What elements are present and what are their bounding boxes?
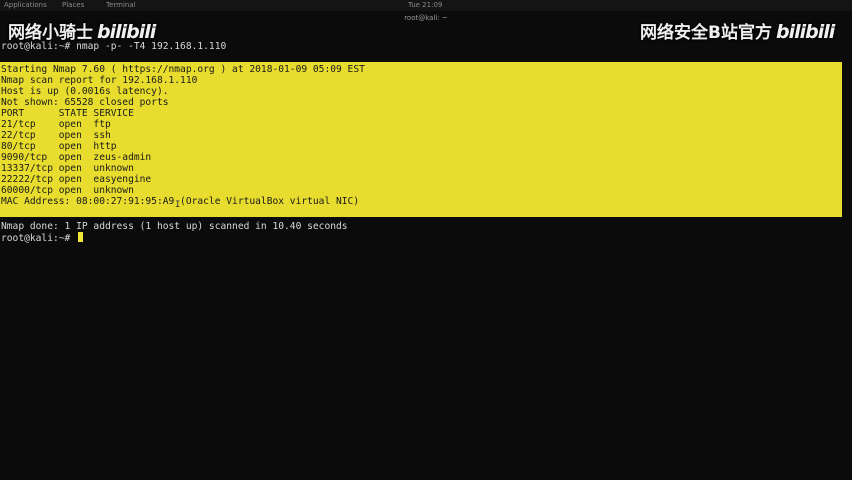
output-line: Nmap scan report for 192.168.1.110: [1, 75, 198, 86]
command-line: root@kali:~# nmap -p- -T4 192.168.1.110: [1, 41, 227, 52]
output-line: 22222/tcp open easyengine: [1, 174, 152, 185]
output-highlight: Starting Nmap 7.60 ( https://nmap.org ) …: [0, 62, 842, 217]
output-line: 9090/tcp open zeus-admin: [1, 152, 152, 163]
final-prompt[interactable]: root@kali:~#: [1, 232, 84, 244]
places-menu[interactable]: Places: [62, 0, 84, 11]
scan-done-line: Nmap done: 1 IP address (1 host up) scan…: [1, 221, 348, 232]
output-line: 21/tcp open ftp: [1, 119, 111, 130]
output-line: PORT STATE SERVICE: [1, 108, 134, 119]
text-cursor-icon: I: [175, 200, 181, 210]
output-line: Starting Nmap 7.60 ( https://nmap.org ) …: [1, 64, 365, 75]
window-title: root@kali: ~: [404, 14, 448, 22]
output-line: 22/tcp open ssh: [1, 130, 111, 141]
final-prompt-text: root@kali:~#: [1, 233, 77, 244]
terminal-menu[interactable]: Terminal: [106, 0, 136, 11]
clock[interactable]: Tue 21:09: [408, 0, 442, 11]
bilibili-logo-left: bilibili: [97, 21, 156, 43]
output-line: 13337/tcp open unknown: [1, 163, 134, 174]
output-line: Host is up (0.0016s latency).: [1, 86, 169, 97]
block-cursor: [78, 232, 84, 242]
terminal-window[interactable]: root@kali: ~ root@kali:~# nmap -p- -T4 1…: [0, 14, 852, 480]
output-line: 60000/tcp open unknown: [1, 185, 134, 196]
bilibili-logo-right: bilibili: [775, 21, 835, 43]
output-line: 80/tcp open http: [1, 141, 117, 152]
output-line: Not shown: 65528 closed ports: [1, 97, 169, 108]
watermark-right-text: 网络安全B站官方: [640, 23, 772, 43]
top-panel: Applications Places Terminal Tue 21:09: [0, 0, 852, 11]
watermark-left-text: 网络小骑士: [8, 23, 93, 43]
applications-menu[interactable]: Applications: [4, 0, 47, 11]
